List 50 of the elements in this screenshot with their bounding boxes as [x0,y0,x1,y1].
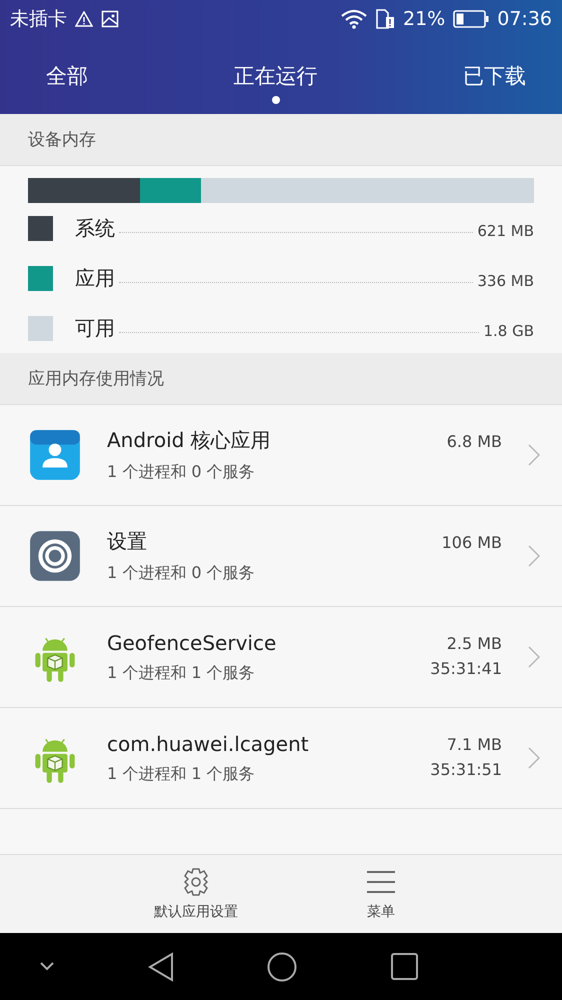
memory-value: 336 MB [477,272,534,290]
app-list-item[interactable]: com.huawei.lcagent 1 个进程和 1 个服务 7.1 MB 35:31:51 [0,708,562,809]
app-name: com.huawei.lcagent [107,732,310,756]
tab[interactable]: 正在运行 [234,38,318,114]
process-info: 1 个进程和 0 个服务 [107,563,256,584]
clock-time: 07:36 [497,8,552,30]
app-name: 设置 [107,528,148,555]
chevron-right-icon [528,646,540,668]
tab[interactable]: 全部 [46,38,88,114]
process-info: 1 个进程和 1 个服务 [107,764,256,784]
memory-size: 2.5 MB [446,634,502,653]
chevron-right-icon [528,444,540,466]
process-info: 1 个进程和 1 个服务 [107,662,256,684]
memory-value: 621 MB [477,222,534,240]
warning-icon [75,11,93,27]
app-list-item[interactable]: GeofenceService 1 个进程和 1 个服务 2.5 MB 35:31:41 [0,607,562,708]
app-name: GeofenceService [107,630,278,654]
tab[interactable]: 已下载 [463,38,526,114]
home-icon[interactable] [267,952,298,982]
recent-apps-icon[interactable] [390,953,418,980]
app-list-item[interactable]: 设置 1 个进程和 0 个服务 106 MB [0,506,562,607]
process-info: 1 个进程和 0 个服务 [107,462,256,483]
back-icon[interactable] [148,952,174,982]
menu-icon [366,869,396,895]
gear-icon [28,529,82,583]
run-time: 35:31:41 [430,659,502,678]
chevron-down-icon[interactable] [40,962,54,971]
memory-size: 6.8 MB [446,432,502,451]
section-header: 设备内存 [0,114,562,166]
carrier-text: 未插卡 [10,7,67,32]
battery-icon [453,10,490,28]
legend-label: 系统 [75,214,115,242]
memory-size: 7.1 MB [446,735,502,754]
chevron-right-icon [528,747,540,769]
chevron-right-icon [528,545,540,567]
sim-card-icon [375,9,395,29]
app-name: Android 核心应用 [107,427,272,454]
memory-size: 106 MB [442,533,502,552]
battery-percentage: 21% [403,8,446,30]
section-header: 应用内存使用情况 [0,353,562,405]
toolbar-button[interactable]: 菜单 [366,855,396,933]
memory-value: 1.8 GB [483,322,534,340]
legend-label: 应用 [75,264,115,292]
toolbar-button[interactable]: 默认应用设置 [154,855,238,933]
contact-card-icon [28,428,82,482]
run-time: 35:31:51 [430,760,502,779]
wifi-icon [341,9,367,29]
legend-label: 可用 [75,314,115,342]
image-icon [101,10,119,28]
app-list-item[interactable]: Android 核心应用 1 个进程和 0 个服务 6.8 MB [0,405,562,506]
